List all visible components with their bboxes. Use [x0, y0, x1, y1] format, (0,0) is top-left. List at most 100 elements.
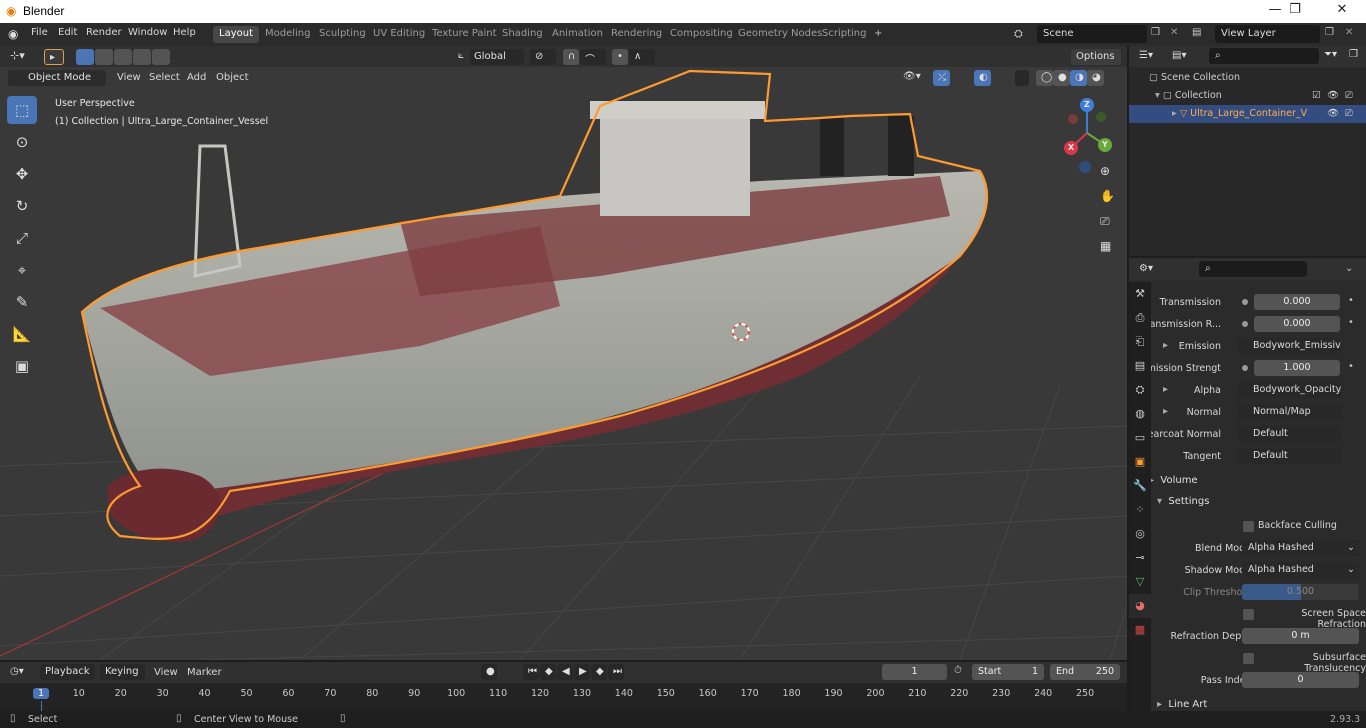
auto-keying-icon[interactable]: ●	[481, 664, 497, 680]
play-reverse-icon[interactable]: ◀	[557, 664, 573, 680]
pivot-point-icon[interactable]: ⊘	[530, 49, 556, 65]
jump-start-icon[interactable]: ⏮	[523, 664, 539, 680]
maximize-button[interactable]: ❐	[1275, 2, 1315, 20]
zoom-icon[interactable]: ⊕	[1100, 164, 1118, 189]
socket-icon[interactable]	[1242, 299, 1248, 305]
wireframe-shading-icon[interactable]: ◯	[1036, 70, 1053, 86]
property-link-field[interactable]: Bodywork_Opacity....	[1237, 382, 1341, 398]
next-keyframe-icon[interactable]: ◆	[591, 664, 607, 680]
keyframe-dot-icon[interactable]: •	[1348, 317, 1354, 328]
property-value-field[interactable]: 0.000	[1254, 294, 1340, 310]
gizmo-z-label[interactable]: Z	[1084, 100, 1090, 109]
transform-orientation-select[interactable]: Global	[470, 49, 524, 65]
play-icon[interactable]: ▶	[574, 664, 590, 680]
property-link-field[interactable]: Normal/Map	[1237, 404, 1341, 420]
property-link-field[interactable]: Bodywork_Emissive...	[1237, 338, 1341, 354]
expand-chevron-icon[interactable]: ▸	[1163, 406, 1168, 417]
select-box-tool-icon[interactable]: ⬚	[7, 96, 37, 124]
scene-name-field[interactable]: Scene	[1037, 25, 1147, 43]
tab-texture-paint[interactable]: Texture Paint	[426, 26, 503, 43]
tab-layout[interactable]: Layout	[213, 26, 259, 43]
options-button[interactable]: Options	[1071, 49, 1121, 65]
blender-menu-icon[interactable]: ◉	[8, 27, 18, 41]
snap-target-icon[interactable]: ⌒	[580, 49, 606, 66]
current-frame-field[interactable]: 1	[882, 664, 947, 680]
blend-mode-select[interactable]: Alpha Hashed ⌄	[1242, 540, 1359, 556]
settings-panel-header[interactable]: ▾ Settings	[1157, 496, 1209, 507]
gizmo-y-label[interactable]: Y	[1102, 140, 1108, 149]
menu-file[interactable]: File	[31, 27, 48, 38]
ortho-grid-icon[interactable]: ▦	[1100, 239, 1118, 264]
socket-icon[interactable]	[1242, 321, 1248, 327]
tab-sculpting[interactable]: Sculpting	[313, 26, 372, 43]
display-mode-icon[interactable]: ▤▾	[1172, 50, 1186, 61]
tab-modeling[interactable]: Modeling	[259, 26, 317, 43]
cursor-tool-icon[interactable]: ⊙	[7, 128, 37, 156]
camera-icon[interactable]: ⎚	[1100, 214, 1118, 239]
keyframe-dot-icon[interactable]: •	[1348, 295, 1354, 306]
outliner-search-input[interactable]: ⌕	[1209, 48, 1319, 64]
timeline-editor-icon[interactable]: ◷▾	[10, 666, 24, 677]
tab-shading[interactable]: Shading	[496, 26, 549, 43]
3d-viewport[interactable]: Z Y X User Perspective (1) Collection | …	[0, 46, 1127, 660]
tab-rendering[interactable]: Rendering	[605, 26, 668, 43]
pan-hand-icon[interactable]: ✋	[1100, 189, 1118, 214]
output-tab-icon[interactable]: ⎗	[1129, 330, 1151, 354]
copy-scene-icon[interactable]: ❐	[1151, 27, 1160, 38]
new-collection-icon[interactable]: ❐	[1349, 49, 1358, 60]
delete-scene-icon[interactable]: ✕	[1170, 27, 1178, 38]
gizmo-x-label[interactable]: X	[1068, 143, 1074, 152]
move-tool-icon[interactable]: ✥	[7, 160, 37, 188]
end-frame-field[interactable]: End 250	[1050, 664, 1120, 680]
world-tab-icon[interactable]: ◍	[1129, 402, 1151, 426]
tab-uv-editing[interactable]: UV Editing	[367, 26, 431, 43]
particles-tab-icon[interactable]: ⁘	[1129, 498, 1151, 522]
property-value-field[interactable]: 1.000	[1254, 360, 1340, 376]
select-intersect-icon[interactable]	[152, 49, 170, 65]
filter-icon[interactable]: ⏷▾	[1324, 49, 1337, 60]
shadow-mode-select[interactable]: Alpha Hashed ⌄	[1242, 562, 1359, 578]
menu-select[interactable]: Select	[149, 72, 180, 83]
rotate-tool-icon[interactable]: ↻	[7, 192, 37, 220]
properties-editor-icon[interactable]: ⚙▾	[1139, 263, 1153, 274]
keying-menu[interactable]: Keying	[100, 664, 145, 680]
select-invert-icon[interactable]	[133, 49, 151, 65]
overlay-toggle-icon[interactable]: ◐	[974, 70, 991, 86]
close-button[interactable]: ✕	[1322, 2, 1362, 20]
view-layer-icon[interactable]: ▤	[1192, 27, 1201, 38]
select-extend-icon[interactable]	[95, 49, 113, 65]
tab-scripting[interactable]: Scripting	[816, 26, 872, 43]
select-subtract-icon[interactable]	[114, 49, 132, 65]
physics-tab-icon[interactable]: ◎	[1129, 522, 1151, 546]
stopwatch-icon[interactable]: ⏱	[954, 665, 962, 676]
properties-search-input[interactable]: ⌕	[1199, 261, 1307, 277]
expand-icon[interactable]: ▾	[1155, 90, 1160, 101]
modifier-tab-icon[interactable]: 🔧	[1129, 474, 1151, 498]
keyframe-dot-icon[interactable]: •	[1348, 361, 1354, 372]
menu-edit[interactable]: Edit	[58, 27, 77, 38]
visibility-icon[interactable]: 👁▾	[903, 71, 921, 82]
timeline-view-menu[interactable]: View	[154, 667, 178, 678]
scale-tool-icon[interactable]: ⤢	[7, 224, 37, 252]
menu-render[interactable]: Render	[86, 27, 122, 38]
proportional-edit-icon[interactable]: •	[612, 49, 628, 65]
add-workspace-button[interactable]: +	[868, 26, 888, 43]
render-tab-icon[interactable]: ⎙	[1129, 306, 1151, 330]
data-tab-icon[interactable]: ▽	[1129, 570, 1151, 594]
tab-compositing[interactable]: Compositing	[664, 26, 739, 43]
material-shading-icon[interactable]: ◑	[1070, 70, 1087, 86]
properties-options-icon[interactable]: ⌄	[1345, 263, 1353, 274]
playhead-line[interactable]	[41, 701, 42, 711]
hide-eye-icon[interactable]: 👁	[1327, 87, 1339, 105]
material-tab-icon[interactable]: ◕	[1129, 594, 1151, 618]
prev-keyframe-icon[interactable]: ◆	[540, 664, 556, 680]
transform-tool-icon[interactable]: ⌖	[7, 256, 37, 284]
menu-window[interactable]: Window	[128, 27, 167, 38]
texture-tab-icon[interactable]: ▩	[1129, 618, 1151, 642]
gizmo-toggle-icon[interactable]: ⤯	[933, 70, 950, 86]
render-camera-icon[interactable]: ⎚	[1345, 105, 1353, 123]
view-layer-field[interactable]: View Layer	[1215, 25, 1320, 43]
rendered-shading-icon[interactable]: ◕	[1087, 70, 1104, 86]
scene-icon[interactable]: ⛭	[1014, 27, 1023, 41]
delete-view-layer-icon[interactable]: ✕	[1345, 27, 1353, 38]
